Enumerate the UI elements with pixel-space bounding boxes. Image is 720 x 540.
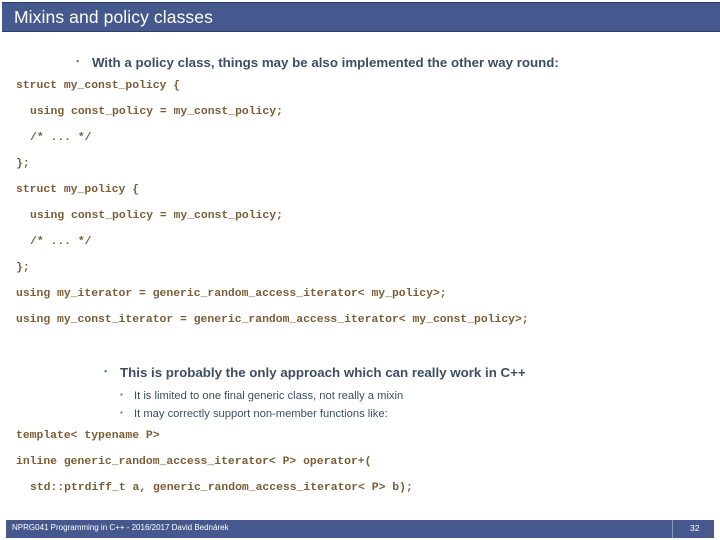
square-bullet-icon: ▪ [120, 389, 123, 399]
bullet-sub-2-label: It may correctly support non-member func… [134, 408, 388, 420]
code-line: /* ... */ [30, 132, 92, 144]
code-line: using my_iterator = generic_random_acces… [16, 288, 447, 300]
code-line: inline generic_random_access_iterator< P… [16, 456, 372, 468]
bullet-sub-1-label: It is limited to one final generic class… [134, 390, 404, 402]
code-line: struct my_policy { [16, 184, 140, 196]
bullet-main: ▪ With a policy class, things may be also… [76, 55, 559, 70]
square-bullet-icon: ▪ [76, 56, 80, 67]
code-line: /* ... */ [30, 236, 92, 248]
bullet-sub-1: ▪ It is limited to one final generic clas… [120, 390, 403, 402]
code-line: using const_policy = my_const_policy; [30, 106, 283, 118]
slide-canvas: Mixins and policy classes ▪ With a policy… [0, 0, 720, 540]
code-line: using my_const_iterator = generic_random… [16, 314, 529, 326]
code-line: using const_policy = my_const_policy; [30, 210, 283, 222]
square-bullet-icon: ▪ [104, 366, 108, 377]
slide-title-bar: Mixins and policy classes [2, 2, 720, 32]
square-bullet-icon: ▪ [120, 407, 123, 417]
bullet-second: ▪ This is probably the only approach whic… [104, 365, 526, 380]
code-line: }; [16, 262, 30, 274]
bullet-main-label: With a policy class, things may be also … [92, 55, 559, 70]
footer-divider [672, 520, 673, 538]
page-title: Mixins and policy classes [14, 7, 213, 27]
footer-course-label: NPRG041 Programming in C++ - 2016/2017 D… [12, 523, 229, 532]
code-line: }; [16, 158, 30, 170]
slide-number: 32 [690, 523, 700, 533]
bullet-sub-2: ▪ It may correctly support non-member fun… [120, 408, 388, 420]
code-line: template< typename P> [16, 430, 160, 442]
bullet-second-label: This is probably the only approach which… [120, 365, 526, 380]
code-line: std::ptrdiff_t a, generic_random_access_… [30, 482, 413, 494]
code-line: struct my_const_policy { [16, 80, 181, 92]
